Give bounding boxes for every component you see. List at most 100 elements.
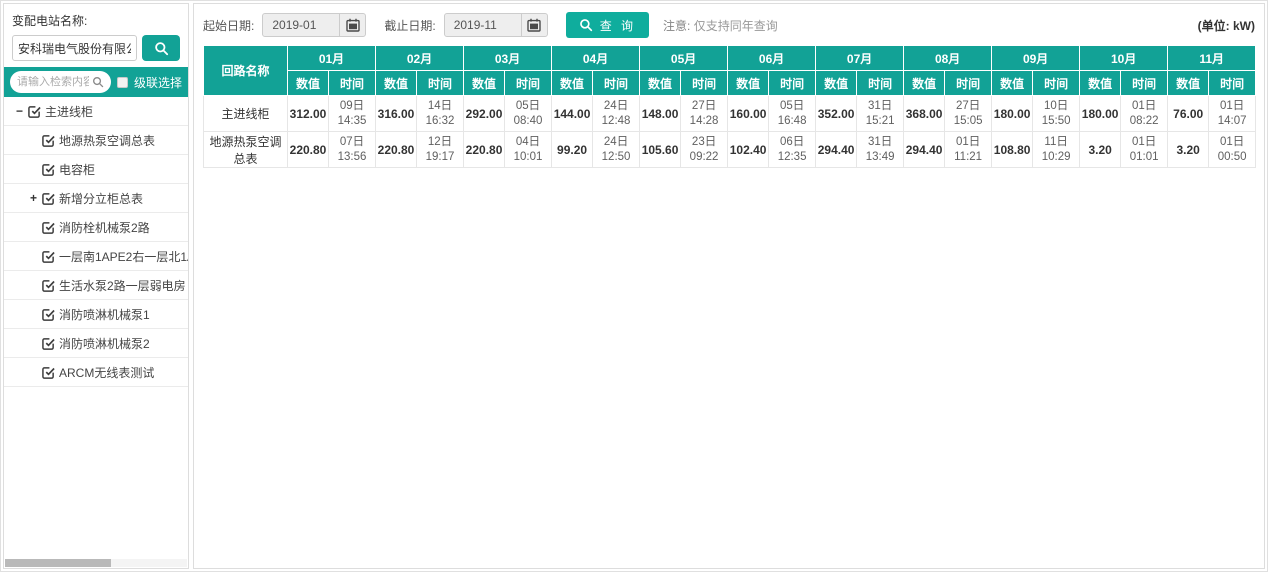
tree-item-label: 一层南1APE2右一层北1APE1左 bbox=[59, 248, 189, 265]
tree-item[interactable]: 消防喷淋机械泵1 bbox=[4, 300, 188, 329]
tree-item[interactable]: −主进线柜 bbox=[4, 97, 188, 126]
tree-item[interactable]: + 新增分立柜总表 bbox=[4, 184, 188, 213]
time-text: 08:22 bbox=[1130, 115, 1159, 127]
day-text: 01日 bbox=[956, 136, 980, 148]
scrollbar-thumb[interactable] bbox=[5, 559, 111, 567]
tree-item-label: 生活水泵2路一层弱电房 bbox=[59, 277, 186, 294]
time-cell: 07日13:56 bbox=[329, 132, 376, 168]
day-text: 04日 bbox=[516, 136, 540, 148]
time-subheader: 时间 bbox=[769, 71, 816, 96]
checked-box-icon bbox=[42, 250, 55, 263]
value-cell: 144.00 bbox=[552, 96, 593, 132]
calendar-icon[interactable] bbox=[339, 14, 365, 36]
day-text: 01日 bbox=[1132, 136, 1156, 148]
day-text: 14日 bbox=[428, 100, 452, 112]
time-cell: 12日19:17 bbox=[417, 132, 464, 168]
month-header: 05月 bbox=[640, 46, 728, 71]
time-subheader: 时间 bbox=[1121, 71, 1168, 96]
time-cell: 24日12:48 bbox=[593, 96, 640, 132]
time-cell: 01日11:21 bbox=[945, 132, 992, 168]
station-search-button[interactable] bbox=[142, 35, 180, 61]
time-text: 13:49 bbox=[866, 151, 895, 163]
day-text: 10日 bbox=[1044, 100, 1068, 112]
value-subheader: 数值 bbox=[992, 71, 1033, 96]
time-text: 08:40 bbox=[514, 115, 543, 127]
time-cell: 04日10:01 bbox=[505, 132, 552, 168]
day-text: 09日 bbox=[340, 100, 364, 112]
time-cell: 23日09:22 bbox=[681, 132, 728, 168]
time-text: 09:22 bbox=[690, 151, 719, 163]
cascade-checkbox[interactable] bbox=[117, 77, 128, 88]
checked-box-icon bbox=[42, 366, 55, 379]
name-column-header: 回路名称 bbox=[204, 46, 288, 96]
time-cell: 01日14:07 bbox=[1209, 96, 1256, 132]
collapse-icon[interactable]: − bbox=[14, 105, 25, 117]
month-header: 02月 bbox=[376, 46, 464, 71]
table-row: 主进线柜312.0009日14:35316.0014日16:32292.0005… bbox=[204, 96, 1256, 132]
time-text: 15:05 bbox=[954, 115, 983, 127]
month-header: 07月 bbox=[816, 46, 904, 71]
checked-box-icon bbox=[42, 221, 55, 234]
tree-item[interactable]: 消防栓机械泵2路 bbox=[4, 213, 188, 242]
tree-item[interactable]: 电容柜 bbox=[4, 155, 188, 184]
value-subheader: 数值 bbox=[464, 71, 505, 96]
time-text: 14:28 bbox=[690, 115, 719, 127]
time-text: 13:56 bbox=[338, 151, 367, 163]
search-icon bbox=[92, 76, 104, 88]
tree-search-field[interactable] bbox=[10, 71, 111, 93]
tree-item-label: 消防栓机械泵2路 bbox=[59, 219, 150, 236]
tree-search-input[interactable] bbox=[17, 76, 89, 88]
value-cell: 3.20 bbox=[1080, 132, 1121, 168]
tree-item[interactable]: 一层南1APE2右一层北1APE1左 bbox=[4, 242, 188, 271]
circuit-name-cell: 地源热泵空调总表 bbox=[204, 132, 288, 168]
tree-item[interactable]: 消防喷淋机械泵2 bbox=[4, 329, 188, 358]
value-cell: 220.80 bbox=[376, 132, 417, 168]
tree-item[interactable]: 生活水泵2路一层弱电房 bbox=[4, 271, 188, 300]
end-date-picker[interactable]: 2019-11 bbox=[444, 13, 548, 37]
value-cell: 99.20 bbox=[552, 132, 593, 168]
expand-icon[interactable]: + bbox=[28, 192, 39, 204]
time-subheader: 时间 bbox=[1033, 71, 1080, 96]
time-subheader: 时间 bbox=[329, 71, 376, 96]
value-cell: 352.00 bbox=[816, 96, 857, 132]
unit-label: (单位: kW) bbox=[1198, 17, 1255, 34]
time-cell: 01日 00:50 bbox=[1209, 132, 1256, 168]
station-input[interactable] bbox=[12, 35, 137, 61]
end-date-label: 截止日期: bbox=[384, 17, 435, 34]
tree-item[interactable]: ARCM无线表测试 bbox=[4, 358, 188, 387]
value-cell: 294.40 bbox=[904, 132, 945, 168]
time-subheader: 时间 bbox=[505, 71, 552, 96]
value-cell: 76.00 bbox=[1168, 96, 1209, 132]
day-text: 05日 bbox=[780, 100, 804, 112]
value-subheader: 数值 bbox=[816, 71, 857, 96]
tree-item-label: 新增分立柜总表 bbox=[59, 190, 143, 207]
value-subheader: 数值 bbox=[552, 71, 593, 96]
start-date-picker[interactable]: 2019-01 bbox=[262, 13, 366, 37]
station-label: 变配电站名称: bbox=[12, 12, 180, 29]
query-button[interactable]: 查 询 bbox=[566, 12, 649, 38]
time-subheader: 时间 bbox=[1209, 71, 1256, 96]
note-text: 注意: 仅支持同年查询 bbox=[663, 17, 778, 34]
horizontal-scrollbar[interactable] bbox=[5, 559, 187, 567]
time-text: 00:50 bbox=[1218, 151, 1247, 163]
value-subheader: 数值 bbox=[1168, 71, 1209, 96]
time-cell: 01日08:22 bbox=[1121, 96, 1168, 132]
day-text: 27日 bbox=[956, 100, 980, 112]
day-text: 12日 bbox=[428, 136, 452, 148]
time-text: 15:50 bbox=[1042, 115, 1071, 127]
day-text: 01日 bbox=[1220, 136, 1244, 148]
start-date-value: 2019-01 bbox=[263, 18, 339, 32]
checked-box-icon bbox=[42, 337, 55, 350]
time-text: 01:01 bbox=[1130, 151, 1159, 163]
value-subheader: 数值 bbox=[288, 71, 329, 96]
tree-item[interactable]: 地源热泵空调总表 bbox=[4, 126, 188, 155]
tree-item-label: 地源热泵空调总表 bbox=[59, 132, 155, 149]
calendar-icon[interactable] bbox=[521, 14, 547, 36]
monthly-report-table: 回路名称01月02月03月04月05月06月07月08月09月10月11月数值时… bbox=[203, 45, 1256, 168]
circuit-name-cell: 主进线柜 bbox=[204, 96, 288, 132]
checked-box-icon bbox=[42, 279, 55, 292]
time-text: 12:35 bbox=[778, 151, 807, 163]
value-cell: 312.00 bbox=[288, 96, 329, 132]
tree-item-label: ARCM无线表测试 bbox=[59, 364, 154, 381]
start-date-label: 起始日期: bbox=[203, 17, 254, 34]
